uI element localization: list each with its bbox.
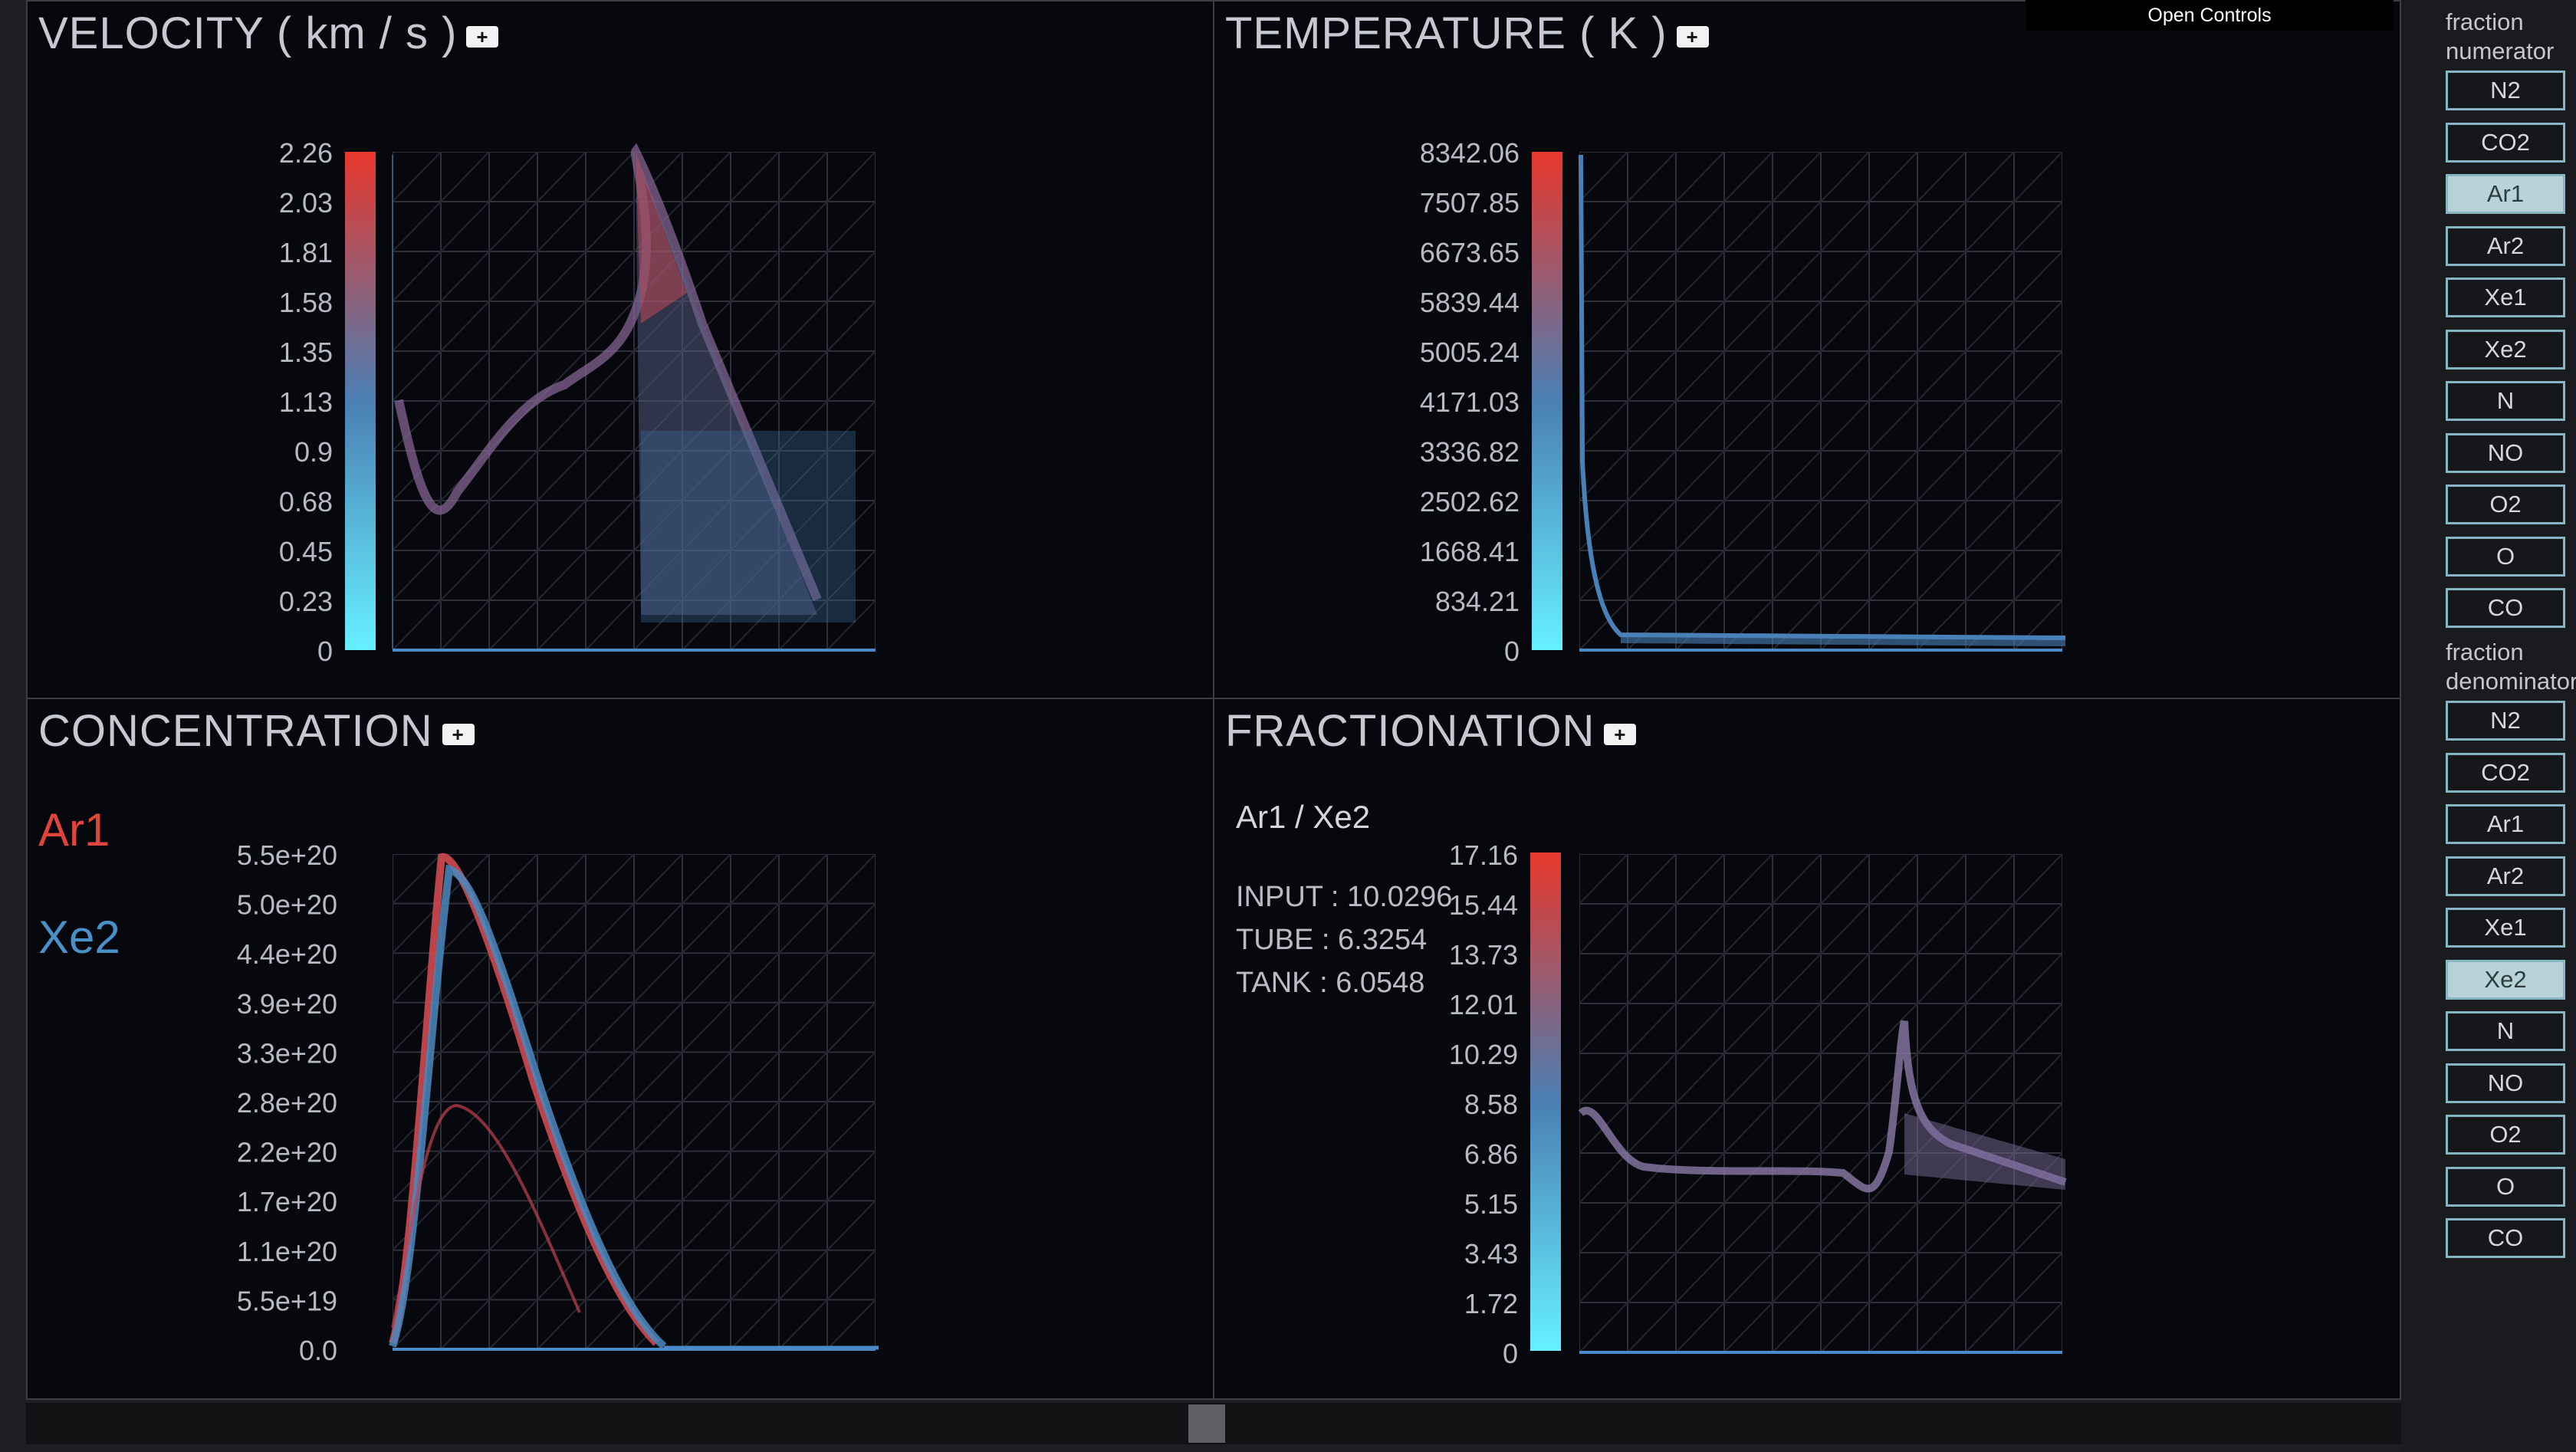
numerator-n-button[interactable]: N <box>2446 381 2565 421</box>
numerator-o2-button[interactable]: O2 <box>2446 485 2565 524</box>
velocity-tick-label: 2.03 <box>279 187 333 218</box>
numerator-n2-button[interactable]: N2 <box>2446 71 2565 110</box>
open-controls-button[interactable]: Open Controls <box>2026 0 2394 31</box>
numerator-no-button[interactable]: NO <box>2446 432 2565 473</box>
numerator-co2-button[interactable]: CO2 <box>2446 122 2565 163</box>
denominator-n2-button[interactable]: N2 <box>2446 701 2565 741</box>
denominator-ar2-button[interactable]: Ar2 <box>2446 856 2565 896</box>
concentration-tick-label: 3.3e+20 <box>237 1037 337 1069</box>
fractionation-tick-label: 6.86 <box>1464 1138 1518 1170</box>
temperature-tick-label: 2502.62 <box>1420 486 1520 517</box>
velocity-panel: VELOCITY ( km / s ) + 2.26 2.03 1.81 1.58 1.3… <box>26 0 1214 699</box>
temperature-colorbar <box>1532 152 1562 650</box>
numerator-co-button[interactable]: CO <box>2446 588 2565 628</box>
temperature-tick-label: 4171.03 <box>1420 386 1520 418</box>
velocity-tick-label: 1.13 <box>279 386 333 418</box>
fractionation-tick-labels: 17.16 15.44 13.73 12.01 10.29 8.58 6.86 5.15 3.4… <box>1449 839 1518 1369</box>
temperature-tick-label: 834.21 <box>1435 586 1520 617</box>
velocity-tick-label: 0.45 <box>279 536 333 567</box>
fractionation-plot: 17.16 15.44 13.73 12.01 10.29 8.58 6.86 5.15 3.4… <box>1449 839 2067 1369</box>
velocity-plot: 2.26 2.03 1.81 1.58 1.35 1.13 0.9 0.68 0.45 0.23 0 <box>279 137 876 667</box>
fractionation-colorbar <box>1530 852 1561 1351</box>
concentration-tick-label: 2.8e+20 <box>237 1087 337 1119</box>
fractionation-tick-label: 0 <box>1503 1338 1518 1369</box>
temperature-plot: 8342.06 7507.85 6673.65 5839.44 5005.24 4171.… <box>1420 137 2066 667</box>
fraction-sidebar: fraction numerator fraction denominator N2… <box>2401 0 2576 1452</box>
numerator-xe1-button[interactable]: Xe1 <box>2446 278 2565 317</box>
fractionation-tick-label: 3.43 <box>1464 1238 1518 1270</box>
denominator-label: fraction denominator <box>2446 639 2576 695</box>
concentration-tick-labels: 5.5e+20 5.0e+20 4.4e+20 3.9e+20 3.3e+20 2.8e+… <box>237 839 337 1366</box>
numerator-xe2-button[interactable]: Xe2 <box>2446 329 2565 370</box>
temperature-panel: TEMPERATURE ( K ) + 8342.06 7507.85 6673.65… <box>1213 0 2401 699</box>
denominator-xe2-button[interactable]: Xe2 <box>2446 959 2565 1000</box>
concentration-tick-label: 2.2e+20 <box>237 1137 337 1168</box>
fractionation-panel: FRACTIONATION + Ar1 / Xe2 INPUT : 10.0296… <box>1213 698 2401 1400</box>
concentration-panel: CONCENTRATION + Ar1 Xe2 5.5e+20 5.0e+20 4.4… <box>26 698 1214 1400</box>
denominator-no-button[interactable]: NO <box>2446 1063 2565 1103</box>
scrollbar-thumb[interactable] <box>1188 1404 1225 1443</box>
denominator-co2-button[interactable]: CO2 <box>2446 752 2565 793</box>
velocity-tick-label: 0.68 <box>279 486 333 517</box>
fractionation-tick-label: 8.58 <box>1464 1089 1518 1120</box>
velocity-tick-label: 1.35 <box>279 337 333 368</box>
velocity-tick-label: 0.9 <box>294 436 333 468</box>
visualization-stage: VELOCITY ( km / s ) + 2.26 2.03 1.81 1.58 1.3… <box>26 0 2401 1400</box>
concentration-tick-label: 5.5e+19 <box>237 1285 337 1316</box>
numerator-ar1-button[interactable]: Ar1 <box>2446 174 2565 214</box>
velocity-tick-label: 0 <box>317 636 333 667</box>
temperature-tick-label: 7507.85 <box>1420 187 1520 218</box>
fractionation-tick-label: 15.44 <box>1449 889 1518 921</box>
denominator-co-button[interactable]: CO <box>2446 1218 2565 1258</box>
concentration-tick-label: 1.1e+20 <box>237 1236 337 1267</box>
temperature-tick-label: 1668.41 <box>1420 536 1520 567</box>
fractionation-grid <box>1579 854 2062 1352</box>
denominator-o-button[interactable]: O <box>2446 1166 2565 1207</box>
velocity-tick-label: 2.26 <box>279 137 333 169</box>
numerator-ar2-button[interactable]: Ar2 <box>2446 225 2565 266</box>
concentration-tick-label: 3.9e+20 <box>237 988 337 1020</box>
concentration-tick-label: 1.7e+20 <box>237 1186 337 1217</box>
temperature-tick-label: 5839.44 <box>1420 287 1520 318</box>
concentration-tick-label: 5.0e+20 <box>237 889 337 921</box>
temperature-tick-label: 8342.06 <box>1420 137 1520 169</box>
concentration-tick-label: 4.4e+20 <box>237 938 337 970</box>
fractionation-tick-label: 10.29 <box>1449 1039 1518 1070</box>
numerator-o-button[interactable]: O <box>2446 536 2565 577</box>
temperature-tick-labels: 8342.06 7507.85 6673.65 5839.44 5005.24 4171.… <box>1420 137 1520 667</box>
velocity-tick-label: 1.58 <box>279 287 333 318</box>
velocity-tick-label: 0.23 <box>279 586 333 617</box>
fractionation-tick-label: 5.15 <box>1464 1188 1518 1220</box>
velocity-colorbar <box>345 152 376 650</box>
temperature-tick-label: 0 <box>1504 636 1520 667</box>
numerator-label: fraction numerator <box>2446 8 2555 64</box>
temperature-tick-label: 6673.65 <box>1420 237 1520 268</box>
temperature-tick-label: 3336.82 <box>1420 436 1520 468</box>
temperature-tick-label: 5005.24 <box>1420 337 1520 368</box>
velocity-grid <box>393 152 876 650</box>
denominator-ar1-button[interactable]: Ar1 <box>2446 804 2565 844</box>
velocity-tick-label: 1.81 <box>279 237 333 268</box>
denominator-o2-button[interactable]: O2 <box>2446 1115 2565 1155</box>
temperature-grid <box>1579 152 2062 650</box>
concentration-tick-label: 5.5e+20 <box>237 839 337 871</box>
denominator-n-button[interactable]: N <box>2446 1011 2565 1051</box>
fractionation-tick-label: 1.72 <box>1464 1288 1518 1319</box>
denominator-xe1-button[interactable]: Xe1 <box>2446 908 2565 948</box>
velocity-tick-labels: 2.26 2.03 1.81 1.58 1.35 1.13 0.9 0.68 0.45 0.23 0 <box>279 137 333 667</box>
fractionation-tick-label: 12.01 <box>1449 989 1518 1020</box>
concentration-grid <box>393 854 876 1349</box>
concentration-plot: 5.5e+20 5.0e+20 4.4e+20 3.9e+20 3.3e+20 2.8e+… <box>237 839 879 1366</box>
fractionation-tick-label: 17.16 <box>1449 839 1518 871</box>
fractionation-tick-label: 13.73 <box>1449 939 1518 971</box>
concentration-tick-label: 0.0 <box>299 1335 337 1366</box>
